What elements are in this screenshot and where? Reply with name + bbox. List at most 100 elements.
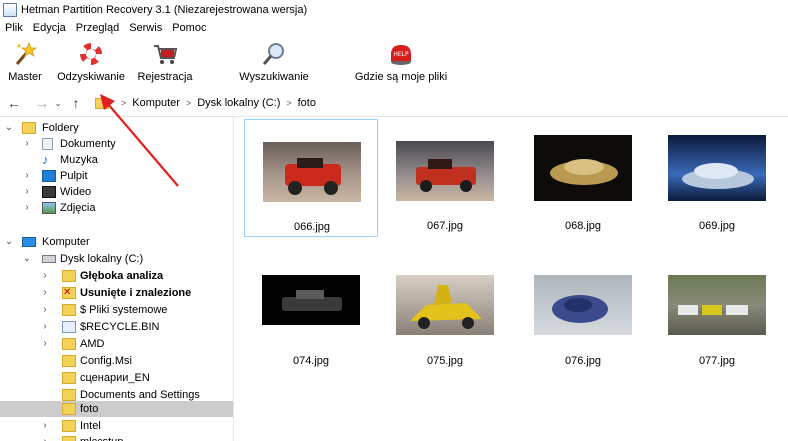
car-photo-077 (668, 275, 766, 335)
document-icon (42, 137, 53, 150)
forward-arrow-icon[interactable]: → (32, 93, 52, 113)
up-arrow-icon[interactable]: ↑ (66, 93, 86, 113)
chevron-right-icon: > (286, 98, 292, 108)
car-photo-069 (668, 135, 766, 201)
search-folder-icon (62, 269, 76, 282)
car-photo-075 (396, 275, 494, 335)
tree-item-mlccstup[interactable]: › mlccstup (0, 433, 233, 441)
chevron-down-icon[interactable]: ⌄ (4, 122, 14, 133)
file-grid: 066.jpg 067.jpg 068.jpg 069.jpg 074.jpg … (234, 117, 788, 441)
desktop-icon (42, 169, 56, 182)
history-dropdown-icon[interactable]: ⌄ (52, 93, 64, 113)
tree-item-scenarii[interactable]: сценарии_EN (0, 369, 233, 386)
window-title: Hetman Partition Recovery 3.1 (Niezareje… (21, 4, 308, 16)
car-photo-067 (396, 141, 494, 201)
file-thumbnail[interactable]: 077.jpg (650, 269, 784, 387)
tree-item-deleted-found[interactable]: › ✕ Usunięte i znalezione (0, 284, 233, 301)
svg-text:HELP: HELP (393, 51, 409, 58)
tree-item-drive-c[interactable]: ⌄ Dysk lokalny (C:) (0, 250, 233, 267)
chevron-right-icon[interactable]: › (40, 304, 50, 315)
tree-item-recycle-bin[interactable]: › $RECYCLE.BIN (0, 318, 233, 335)
chevron-right-icon: > (185, 98, 192, 108)
chevron-down-icon[interactable]: ⌄ (4, 236, 14, 247)
navigation-bar: ← → ⌄ ↑ > Komputer > Dysk lokalny (C:) >… (0, 90, 788, 116)
file-thumbnail[interactable]: 068.jpg (516, 119, 650, 237)
chevron-right-icon[interactable]: › (22, 170, 32, 181)
chevron-right-icon[interactable]: › (40, 270, 50, 281)
tree-item-amd[interactable]: › AMD (0, 335, 233, 352)
title-bar: Hetman Partition Recovery 3.1 (Niezareje… (0, 0, 788, 20)
register-button[interactable]: Rejestracja (137, 38, 193, 90)
folder-icon (62, 303, 76, 316)
tree-item-intel[interactable]: › Intel (0, 417, 233, 434)
chevron-right-icon[interactable]: › (22, 138, 32, 149)
menu-plik[interactable]: Plik (0, 22, 28, 34)
chevron-right-icon[interactable]: › (22, 202, 32, 213)
tree-item-muzyka[interactable]: ♪ Muzyka (0, 151, 233, 168)
car-photo-066 (263, 142, 361, 202)
tree-item-config-msi[interactable]: Config.Msi (0, 352, 233, 369)
tree-item-foldery[interactable]: ⌄ Foldery (0, 119, 233, 136)
file-thumbnail[interactable]: 067.jpg (378, 119, 512, 237)
folder-icon (62, 371, 76, 384)
where-are-my-files-button[interactable]: HELP Gdzie są moje pliki (355, 38, 447, 90)
lifebuoy-icon (77, 40, 105, 68)
address-bar[interactable]: > Komputer > Dysk lokalny (C:) > foto (90, 93, 788, 113)
folder-icon (62, 388, 76, 401)
folder-icon (95, 97, 109, 109)
folder-icon (62, 435, 76, 441)
tree-item-zdjecia[interactable]: › Zdjęcia (0, 199, 233, 216)
chevron-down-icon[interactable]: ⌄ (22, 253, 32, 264)
menu-przeglad[interactable]: Przegląd (71, 22, 124, 34)
file-thumbnail[interactable]: 076.jpg (516, 269, 650, 387)
chevron-right-icon: > (121, 98, 127, 108)
help-button-icon: HELP (387, 40, 415, 68)
chevron-right-icon[interactable]: › (40, 287, 50, 298)
car-photo-076 (534, 275, 632, 335)
search-button[interactable]: Wyszukiwanie (239, 38, 309, 90)
master-button[interactable]: Master (6, 38, 44, 90)
recycle-bin-icon (62, 320, 76, 333)
drive-icon (42, 254, 56, 263)
menu-serwis[interactable]: Serwis (124, 22, 167, 34)
folder-icon (62, 419, 76, 432)
folder-icon (22, 121, 36, 134)
chevron-right-icon[interactable]: › (40, 338, 50, 349)
chevron-right-icon[interactable]: › (40, 420, 50, 431)
toolbar: Master Odzyskiwanie Rejestracja Wyszukiw… (0, 38, 788, 90)
recover-button[interactable]: Odzyskiwanie (57, 38, 125, 90)
tree-item-foto[interactable]: foto (0, 401, 233, 417)
tree-item-wideo[interactable]: › Wideo (0, 183, 233, 200)
tree-item-system-files[interactable]: › $ Pliki systemowe (0, 301, 233, 318)
file-thumbnail[interactable]: 074.jpg (244, 269, 378, 387)
magic-wand-icon (11, 40, 39, 68)
file-thumbnail[interactable]: 069.jpg (650, 119, 784, 237)
tree-item-komputer[interactable]: ⌄ Komputer (0, 233, 233, 250)
shopping-cart-icon (151, 40, 179, 68)
chevron-right-icon[interactable]: › (22, 186, 32, 197)
breadcrumb-komputer[interactable]: Komputer (132, 97, 180, 109)
menu-edycja[interactable]: Edycja (28, 22, 71, 34)
tree-item-dokumenty[interactable]: › Dokumenty (0, 135, 233, 152)
menu-bar: Plik Edycja Przegląd Serwis Pomoc (0, 20, 788, 36)
folder-icon (62, 354, 76, 367)
folder-icon (62, 337, 76, 350)
folder-tree: ⌄ Foldery › Dokumenty ♪ Muzyka › Pulpit … (0, 117, 233, 441)
tree-item-deep-analysis[interactable]: › Głęboka analiza (0, 267, 233, 284)
menu-pomoc[interactable]: Pomoc (167, 22, 211, 34)
pictures-icon (42, 201, 56, 214)
tree-item-pulpit[interactable]: › Pulpit (0, 167, 233, 184)
breadcrumb-foto[interactable]: foto (298, 97, 316, 109)
chevron-right-icon[interactable]: › (40, 436, 50, 441)
deleted-folder-icon: ✕ (62, 286, 76, 299)
car-photo-074 (262, 275, 360, 325)
chevron-right-icon[interactable]: › (40, 321, 50, 332)
back-arrow-icon[interactable]: ← (4, 93, 24, 113)
folder-icon (62, 403, 76, 415)
car-photo-068 (534, 135, 632, 201)
magnifier-icon (260, 40, 288, 68)
breadcrumb-drive[interactable]: Dysk lokalny (C:) (197, 97, 280, 109)
video-icon (42, 185, 56, 198)
file-thumbnail[interactable]: 066.jpg (244, 119, 378, 237)
file-thumbnail[interactable]: 075.jpg (378, 269, 512, 387)
